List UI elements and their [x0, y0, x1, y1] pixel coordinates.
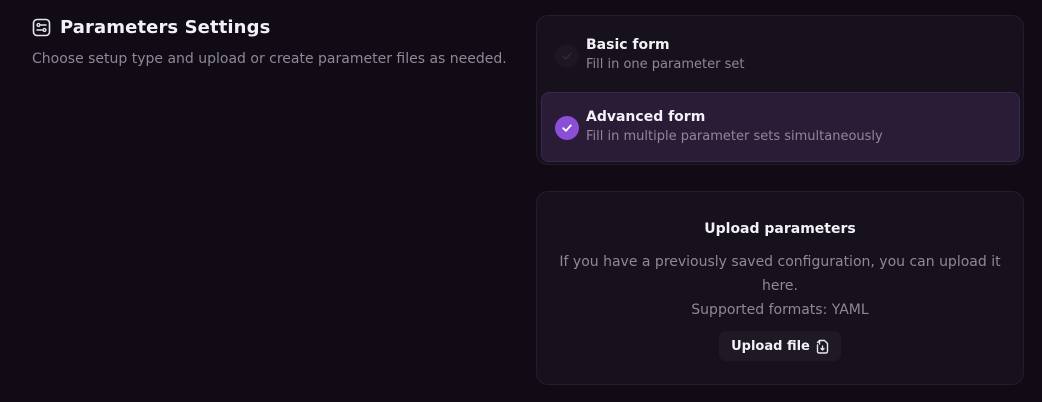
check-icon [562, 124, 572, 132]
check-icon [562, 52, 572, 60]
title-row: Parameters Settings [32, 14, 522, 40]
option-title: Basic form [586, 37, 670, 53]
upload-button-label: Upload file [731, 338, 810, 354]
option-text: Basic form Fill in one parameter set [586, 36, 744, 73]
upload-title: Upload parameters [704, 221, 856, 237]
page-description: Choose setup type and upload or create p… [32, 51, 507, 67]
radio-unchecked[interactable] [555, 44, 579, 68]
file-upload-icon [816, 339, 829, 354]
option-subtitle: Fill in one parameter set [586, 57, 745, 72]
form-type-options: Basic form Fill in one parameter set Adv… [536, 15, 1024, 165]
option-basic-form[interactable]: Basic form Fill in one parameter set [541, 20, 1020, 90]
option-advanced-form[interactable]: Advanced form Fill in multiple parameter… [541, 92, 1020, 162]
settings-sliders-icon [32, 18, 51, 37]
upload-description: If you have a previously saved configura… [559, 254, 1001, 294]
option-title: Advanced form [586, 109, 706, 125]
page-title: Parameters Settings [60, 16, 271, 38]
section-header: Parameters Settings Choose setup type an… [32, 14, 522, 69]
option-text: Advanced form Fill in multiple parameter… [586, 108, 883, 145]
radio-checked[interactable] [555, 116, 579, 140]
option-subtitle: Fill in multiple parameter sets simultan… [586, 129, 883, 144]
upload-file-button[interactable]: Upload file [719, 331, 841, 361]
supported-formats: Supported formats: YAML [691, 302, 869, 318]
upload-parameters-card: Upload parameters If you have a previous… [536, 191, 1024, 385]
parameters-settings-page: Parameters Settings Choose setup type an… [0, 0, 1042, 402]
